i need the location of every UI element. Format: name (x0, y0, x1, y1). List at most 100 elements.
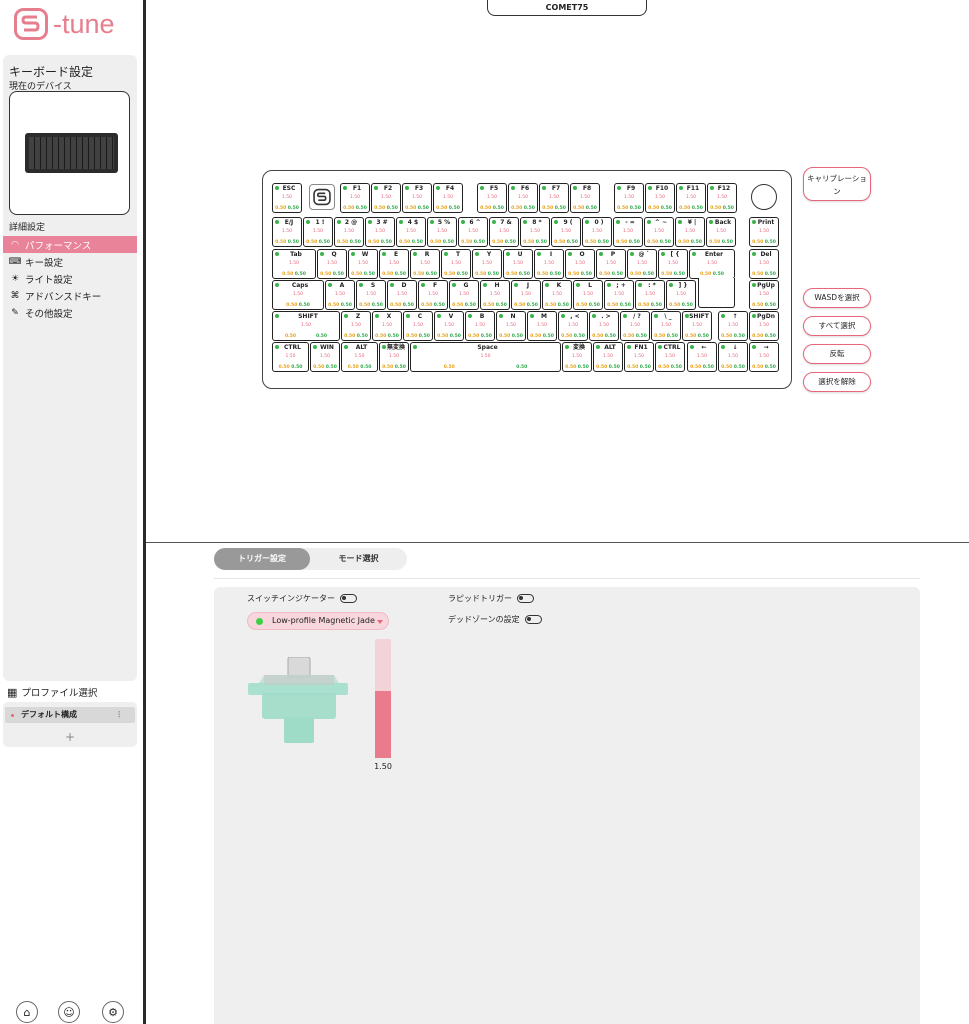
key[interactable]: B 1.50 0.50 0.50 (465, 311, 495, 341)
menu-item-key-settings[interactable]: ⌨ キー設定 (3, 253, 137, 270)
key[interactable]: F9 1.50 0.50 0.50 (614, 183, 644, 213)
user-icon[interactable]: ☺ (58, 1001, 80, 1023)
key[interactable]: V 1.50 0.50 0.50 (434, 311, 464, 341)
key[interactable]: K 1.50 0.50 0.50 (542, 280, 572, 310)
key[interactable]: C 1.50 0.50 0.50 (403, 311, 433, 341)
key[interactable]: SHIFT 1.50 0.50 0.50 (272, 311, 340, 341)
key[interactable]: Caps 1.50 0.50 0.50 (272, 280, 324, 310)
key[interactable]: R 1.50 0.50 0.50 (410, 249, 440, 279)
key[interactable]: X 1.50 0.50 0.50 (372, 311, 402, 341)
more-icon[interactable]: ⋮ (115, 707, 123, 723)
key[interactable]: D 1.50 0.50 0.50 (387, 280, 417, 310)
key[interactable]: 6 ^ 1.50 0.50 0.50 (458, 217, 488, 247)
key[interactable]: 7 & 1.50 0.50 0.50 (489, 217, 519, 247)
key[interactable]: Q 1.50 0.50 0.50 (317, 249, 347, 279)
key[interactable]: 8 * 1.50 0.50 0.50 (520, 217, 550, 247)
add-profile-button[interactable]: + (3, 730, 137, 744)
key[interactable]: 変換 1.50 0.50 0.50 (562, 342, 592, 372)
key[interactable]: A 1.50 0.50 0.50 (325, 280, 355, 310)
key[interactable]: F10 1.50 0.50 0.50 (645, 183, 675, 213)
gear-icon[interactable]: ⚙ (102, 1001, 124, 1023)
key[interactable]: O 1.50 0.50 0.50 (565, 249, 595, 279)
key[interactable]: Y 1.50 0.50 0.50 (472, 249, 502, 279)
key[interactable]: @ ` 1.50 0.50 0.50 (627, 249, 657, 279)
menu-item-advanced-keys[interactable]: ⌘ アドバンスドキー (3, 287, 137, 304)
rotary-knob[interactable] (751, 184, 777, 210)
key[interactable]: T 1.50 0.50 0.50 (441, 249, 471, 279)
tab-trigger-settings[interactable]: トリガー設定 (214, 548, 310, 570)
tab-mode-select[interactable]: モード選択 (310, 548, 407, 570)
menu-item-performance[interactable]: ◠ パフォーマンス (3, 236, 137, 253)
key[interactable]: ALT 1.50 0.50 0.50 (593, 342, 623, 372)
key[interactable]: S 1.50 0.50 0.50 (356, 280, 386, 310)
key[interactable]: 1 ! 1.50 0.50 0.50 (303, 217, 333, 247)
key[interactable]: : * 1.50 0.50 0.50 (635, 280, 665, 310)
key[interactable]: . > 1.50 0.50 0.50 (589, 311, 619, 341)
key[interactable]: ESC 1.50 0.50 0.50 (272, 183, 302, 213)
key[interactable]: F 1.50 0.50 0.50 (418, 280, 448, 310)
key[interactable]: E 1.50 0.50 0.50 (379, 249, 409, 279)
key[interactable]: CTRL 1.50 0.50 0.50 (655, 342, 685, 372)
deadzone-toggle[interactable] (524, 615, 542, 624)
key[interactable]: Del 1.50 0.50 0.50 (749, 249, 779, 279)
key[interactable]: N 1.50 0.50 0.50 (496, 311, 526, 341)
key[interactable]: ↓ 1.50 0.50 0.50 (718, 342, 748, 372)
key[interactable]: - = 1.50 0.50 0.50 (613, 217, 643, 247)
key[interactable]: ] } 1.50 0.50 0.50 (666, 280, 696, 310)
key[interactable]: 0 ) 1.50 0.50 0.50 (582, 217, 612, 247)
key[interactable]: Print 1.50 0.50 0.50 (749, 217, 779, 247)
deselect-button[interactable]: 選択を解除 (803, 372, 871, 392)
switch-indicator-toggle[interactable] (340, 594, 357, 603)
key[interactable]: ¥ | 1.50 0.50 0.50 (675, 217, 705, 247)
key[interactable]: , < 1.50 0.50 0.50 (558, 311, 588, 341)
key[interactable]: Z 1.50 0.50 0.50 (341, 311, 371, 341)
key[interactable]: L 1.50 0.50 0.50 (573, 280, 603, 310)
key[interactable]: F11 1.50 0.50 0.50 (676, 183, 706, 213)
key[interactable]: F5 1.50 0.50 0.50 (477, 183, 507, 213)
key[interactable]: E/J 1.50 0.50 0.50 (272, 217, 302, 247)
key[interactable]: 無変換 1.50 0.50 0.50 (379, 342, 409, 372)
key[interactable]: G 1.50 0.50 0.50 (449, 280, 479, 310)
key[interactable]: \ _ 1.50 0.50 0.50 (651, 311, 681, 341)
key[interactable]: Space 1.50 0.50 0.50 (410, 342, 561, 372)
key[interactable]: Tab 1.50 0.50 0.50 (272, 249, 316, 279)
key[interactable]: F1 1.50 0.50 0.50 (340, 183, 370, 213)
key[interactable]: I 1.50 0.50 0.50 (534, 249, 564, 279)
invert-button[interactable]: 反転 (803, 344, 871, 364)
key[interactable]: F7 1.50 0.50 0.50 (539, 183, 569, 213)
key[interactable]: SHIFT 1.50 0.50 0.50 (682, 311, 712, 341)
menu-item-other-settings[interactable]: ✎ その他設定 (3, 304, 137, 321)
key[interactable]: F12 1.50 0.50 0.50 (707, 183, 737, 213)
key[interactable]: F8 1.50 0.50 0.50 (570, 183, 600, 213)
device-name-tab[interactable]: COMET75 (487, 0, 647, 16)
menu-item-light-settings[interactable]: ☀ ライト設定 (3, 270, 137, 287)
key[interactable]: → 1.50 0.50 0.50 (749, 342, 779, 372)
key[interactable]: F4 1.50 0.50 0.50 (433, 183, 463, 213)
key[interactable]: U 1.50 0.50 0.50 (503, 249, 533, 279)
rapid-trigger-toggle[interactable] (517, 594, 534, 603)
enter-key-lower[interactable] (698, 278, 735, 308)
key[interactable]: F2 1.50 0.50 0.50 (371, 183, 401, 213)
key[interactable]: WIN 1.50 0.50 0.50 (310, 342, 340, 372)
key[interactable]: / ? 1.50 0.50 0.50 (620, 311, 650, 341)
key[interactable]: ; + 1.50 0.50 0.50 (604, 280, 634, 310)
key[interactable]: P 1.50 0.50 0.50 (596, 249, 626, 279)
key[interactable]: Back 1.50 0.50 0.50 (706, 217, 736, 247)
device-card[interactable] (9, 91, 130, 215)
key[interactable]: PgUp 1.50 0.50 0.50 (749, 280, 779, 310)
key[interactable]: Enter 1.50 0.50 0.50 (689, 249, 735, 279)
key[interactable]: ^ ~ 1.50 0.50 0.50 (644, 217, 674, 247)
key[interactable]: 9 (1.50 0.50 0.50 (551, 217, 581, 247)
select-wasd-button[interactable]: WASDを選択 (803, 288, 871, 308)
key[interactable]: F6 1.50 0.50 0.50 (508, 183, 538, 213)
profile-item[interactable]: デフォルト構成 ⋮ (5, 707, 135, 723)
key[interactable]: F3 1.50 0.50 0.50 (402, 183, 432, 213)
key[interactable]: FN1 1.50 0.50 0.50 (624, 342, 654, 372)
home-icon[interactable]: ⌂ (16, 1001, 38, 1023)
key[interactable]: PgDn 1.50 0.50 0.50 (749, 311, 779, 341)
profile-select-row[interactable]: ▦ プロファイル選択 (7, 685, 97, 700)
key[interactable]: H 1.50 0.50 0.50 (480, 280, 510, 310)
key[interactable]: M 1.50 0.50 0.50 (527, 311, 557, 341)
key[interactable]: CTRL 1.50 0.50 0.50 (272, 342, 309, 372)
key[interactable]: ↑ 1.50 0.50 0.50 (718, 311, 748, 341)
